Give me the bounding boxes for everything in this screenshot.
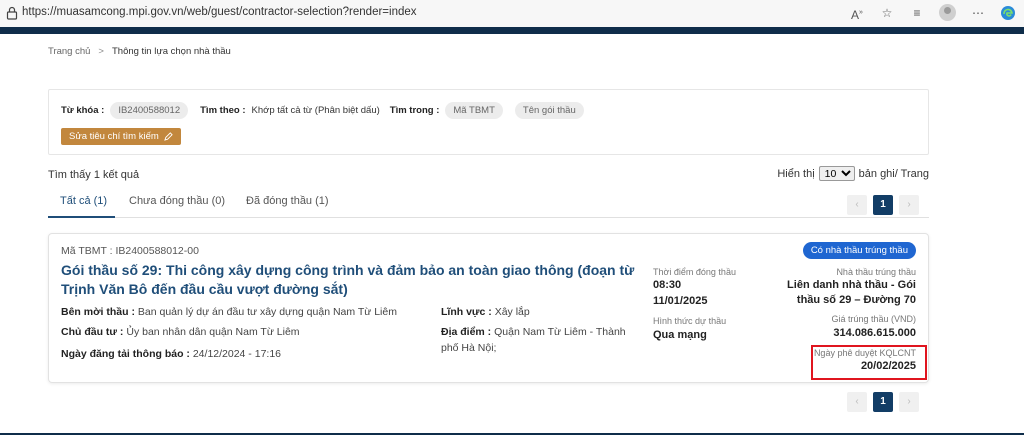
breadcrumb-home[interactable]: Trang chủ (48, 46, 90, 57)
tab-closed[interactable]: Đã đóng thầu (1) (246, 195, 329, 207)
pagination-top: ‹ 1 › (847, 195, 919, 215)
per-page-control: Hiển thị 10 bản ghi/ Trang (777, 166, 929, 181)
results-count: Tìm thấy 1 kết quả (48, 169, 140, 181)
search-criteria-box: Từ khóa : IB2400588012 Tìm theo : Khớp t… (48, 89, 929, 155)
inviter-field: Bên mời thầu : Ban quản lý dự án đầu tư … (61, 304, 431, 320)
more-icon[interactable]: ⋯ (970, 5, 986, 21)
per-page-suffix: bản ghi/ Trang (858, 167, 929, 180)
closing-label: Thời điểm đóng thầu (653, 267, 736, 277)
next-page-button[interactable]: › (899, 195, 919, 215)
field-value: Xây lắp (494, 306, 530, 318)
posted-field: Ngày đăng tải thông báo : 24/12/2024 - 1… (61, 346, 431, 362)
search-in-chip-name: Tên gói thầu (514, 102, 584, 119)
inviter-value: Ban quản lý dự án đầu tư xây dựng quận N… (137, 306, 397, 318)
url-text[interactable]: https://muasamcong.mpi.gov.vn/web/guest/… (22, 6, 417, 18)
read-aloud-icon[interactable]: A» (849, 5, 865, 22)
search-by-label: Tìm theo : (200, 105, 246, 116)
tender-title-link[interactable]: Gói thầu số 29: Thi công xây dựng công t… (61, 261, 641, 299)
price-label: Giá trúng thầu (VND) (831, 314, 916, 324)
investor-value: Ủy ban nhân dân quận Nam Từ Liêm (126, 326, 300, 338)
pencil-icon (163, 132, 173, 141)
location-label: Địa điểm : (441, 326, 492, 338)
field-label: Lĩnh vực : (441, 306, 492, 318)
favorite-icon[interactable]: ☆ (879, 5, 895, 21)
winner-value: Liên danh nhà thầu - Gói thầu số 29 – Đư… (787, 279, 916, 306)
investor-label: Chủ đầu tư : (61, 326, 124, 338)
page-1-button-bottom[interactable]: 1 (873, 392, 893, 412)
keyword-label: Từ khóa : (61, 105, 105, 116)
edit-criteria-button[interactable]: Sửa tiêu chí tìm kiếm (61, 128, 181, 145)
posted-value: 24/12/2024 - 17:16 (192, 348, 282, 360)
tab-all[interactable]: Tất cả (1) (60, 195, 107, 207)
investor-field: Chủ đầu tư : Ủy ban nhân dân quận Nam Từ… (61, 324, 431, 340)
breadcrumb-current: Thông tin lựa chọn nhà thầu (111, 46, 231, 57)
approval-date-highlight (811, 345, 927, 380)
form-value: Qua mạng (653, 329, 707, 341)
breadcrumb-separator: > (98, 46, 104, 57)
per-page-label: Hiển thị (777, 167, 815, 180)
tender-code: Mã TBMT : IB2400588012-00 (61, 245, 199, 257)
winner-label: Nhà thầu trúng thầu (836, 267, 916, 277)
closing-time: 08:30 (653, 279, 682, 291)
inviter-label: Bên mời thầu : (61, 306, 135, 318)
form-label: Hình thức dự thầu (653, 316, 727, 326)
lock-icon[interactable] (6, 6, 18, 20)
site-header-band (0, 27, 1024, 34)
search-by-value: Khớp tất cả từ (Phân biệt dấu) (251, 105, 380, 116)
winner-status-badge: Có nhà thầu trúng thầu (802, 242, 916, 259)
search-in-chip-code: Mã TBMT (445, 102, 503, 119)
favorites-list-icon[interactable]: ≡ (909, 5, 925, 21)
result-tabs: Tất cả (1) Chưa đóng thầu (0) Đã đóng th… (48, 190, 929, 218)
field-of-work: Lĩnh vực : Xây lắp (441, 304, 641, 320)
browser-address-bar: https://muasamcong.mpi.gov.vn/web/guest/… (0, 0, 1024, 27)
tab-not-closed[interactable]: Chưa đóng thầu (0) (129, 195, 225, 207)
posted-label: Ngày đăng tải thông báo : (61, 348, 190, 360)
edge-icon[interactable] (1000, 5, 1016, 21)
closing-date: 11/01/2025 (653, 295, 708, 307)
active-tab-indicator (48, 216, 115, 218)
per-page-select[interactable]: 10 (818, 166, 855, 181)
breadcrumb: Trang chủ > Thông tin lựa chọn nhà thầu (48, 46, 231, 57)
page-1-button[interactable]: 1 (873, 195, 893, 215)
price-value: 314.086.615.000 (833, 327, 916, 339)
edit-criteria-label: Sửa tiêu chí tìm kiếm (69, 131, 159, 142)
profile-avatar[interactable] (939, 4, 956, 21)
prev-page-button[interactable]: ‹ (847, 195, 867, 215)
location-field: Địa điểm : Quận Nam Từ Liêm - Thành phố … (441, 324, 631, 356)
prev-page-button-bottom[interactable]: ‹ (847, 392, 867, 412)
tender-card: Mã TBMT : IB2400588012-00 Gói thầu số 29… (48, 233, 929, 383)
pagination-bottom: ‹ 1 › (847, 392, 919, 412)
search-in-label: Tìm trong : (389, 105, 440, 116)
next-page-button-bottom[interactable]: › (899, 392, 919, 412)
keyword-chip: IB2400588012 (110, 102, 189, 119)
